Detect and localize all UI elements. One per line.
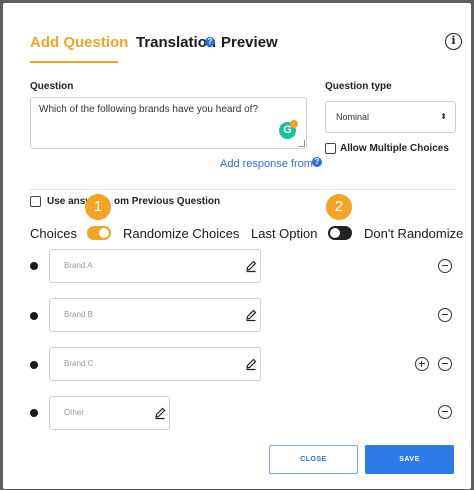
grammarly-badge-icon (290, 120, 298, 128)
choice-input-brand-a[interactable]: Brand A (49, 249, 261, 283)
pencil-icon[interactable] (244, 357, 258, 371)
question-type-select[interactable]: Nominal ⬍ (325, 101, 456, 133)
choice-input-brand-b[interactable]: Brand B (49, 298, 261, 332)
step-marker-1: 1 (85, 194, 111, 220)
pencil-icon[interactable] (244, 308, 258, 322)
translation-help-icon[interactable]: ? (205, 37, 215, 47)
randomize-choices-label: Randomize Choices (123, 226, 240, 241)
divider (30, 189, 456, 190)
resize-handle-icon[interactable] (298, 140, 305, 147)
choice-placeholder: Other (64, 408, 85, 417)
active-tab-underline (30, 61, 118, 63)
choice-input-brand-c[interactable]: Brand C (49, 347, 261, 381)
choice-placeholder: Brand B (64, 310, 93, 319)
allow-multiple-label: Allow Multiple Choices (340, 143, 449, 154)
info-icon[interactable]: i (445, 33, 462, 50)
select-arrow-icon: ⬍ (440, 112, 447, 121)
question-type-label: Question type (325, 81, 392, 92)
allow-multiple-checkbox[interactable] (325, 143, 336, 154)
tab-preview[interactable]: Preview (221, 34, 278, 51)
remove-choice-icon[interactable] (438, 357, 452, 371)
randomize-choices-toggle[interactable] (87, 226, 111, 240)
add-choice-icon[interactable] (415, 357, 429, 371)
choices-label: Choices (30, 226, 77, 241)
toggle-knob (330, 228, 340, 238)
choice-input-other[interactable]: Other (49, 396, 170, 430)
remove-choice-icon[interactable] (438, 308, 452, 322)
choice-bullet (30, 312, 38, 320)
pencil-icon[interactable] (153, 406, 167, 420)
step-marker-2: 2 (326, 194, 352, 220)
dont-randomize-label: Don't Randomize (364, 226, 464, 241)
tab-add-question[interactable]: Add Question (30, 34, 128, 51)
toggle-knob (99, 228, 109, 238)
add-question-dialog: Add Question Translation ? Preview i Que… (3, 3, 471, 489)
choice-bullet (30, 409, 38, 417)
question-input[interactable]: Which of the following brands have you h… (30, 97, 307, 149)
add-response-help-icon[interactable]: ? (312, 157, 322, 167)
last-option-toggle[interactable] (328, 226, 352, 240)
choice-placeholder: Brand C (64, 359, 94, 368)
remove-choice-icon[interactable] (438, 405, 452, 419)
question-label: Question (30, 81, 74, 92)
pencil-icon[interactable] (244, 259, 258, 273)
use-answers-label-end: om Previous Question (114, 196, 221, 207)
choice-placeholder: Brand A (64, 261, 93, 270)
use-answers-checkbox[interactable] (30, 196, 41, 207)
add-response-link[interactable]: Add response from (220, 158, 313, 170)
choice-bullet (30, 262, 38, 270)
choice-bullet (30, 361, 38, 369)
last-option-label: Last Option (251, 226, 318, 241)
tab-translation[interactable]: Translation (136, 34, 216, 51)
question-type-value: Nominal (336, 112, 370, 122)
remove-choice-icon[interactable] (438, 259, 452, 273)
close-button[interactable]: CLOSE (269, 445, 358, 474)
save-button[interactable]: SAVE (365, 445, 454, 474)
